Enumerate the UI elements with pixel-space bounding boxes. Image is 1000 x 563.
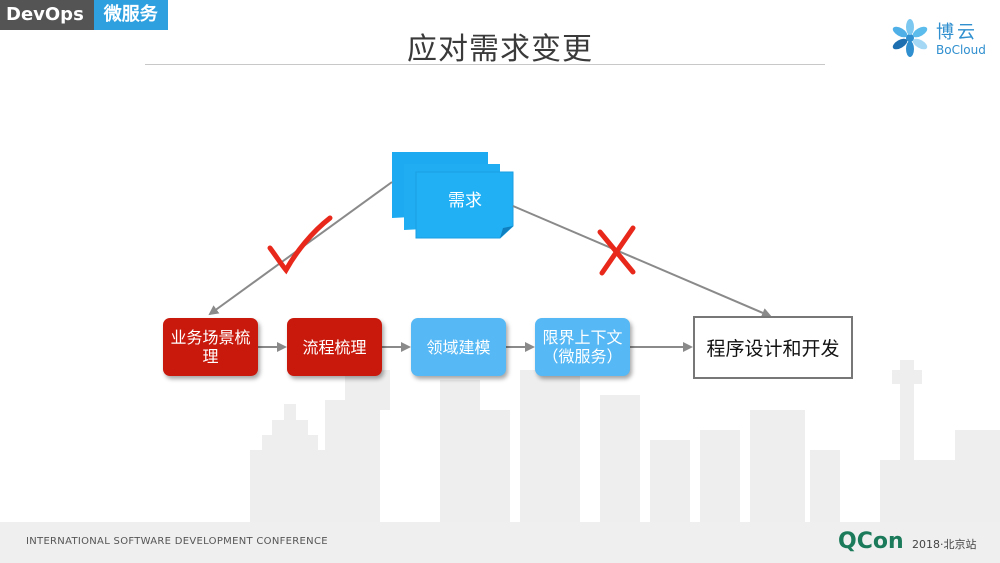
- step-label: 流程梳理: [302, 337, 367, 357]
- qcon-logo: QCon: [838, 529, 904, 554]
- arrow-requirement-to-development: [512, 205, 772, 318]
- program-development-box: 程序设计和开发: [693, 316, 853, 379]
- requirement-label: 需求: [448, 191, 482, 211]
- conference-name: INTERNATIONAL SOFTWARE DEVELOPMENT CONFE…: [26, 536, 328, 547]
- result-label: 程序设计和开发: [706, 338, 840, 360]
- step-label: 限界上下文 （微服务）: [542, 328, 623, 366]
- step-label: 业务场景梳 理: [170, 328, 251, 366]
- qcon-edition: 2018·北京站: [912, 538, 977, 551]
- step-bounded-context: 限界上下文 （微服务）: [535, 318, 630, 376]
- step-domain-modeling: 领域建模: [411, 318, 506, 376]
- diagram-connectors: [208, 152, 772, 352]
- step-label: 领域建模: [426, 337, 491, 357]
- cross-mark-icon: [597, 225, 636, 276]
- check-mark-icon: [267, 215, 333, 275]
- footer-bar: INTERNATIONAL SOFTWARE DEVELOPMENT CONFE…: [0, 522, 1000, 563]
- step-business-scenario: 业务场景梳 理: [163, 318, 258, 376]
- step-process: 流程梳理: [287, 318, 382, 376]
